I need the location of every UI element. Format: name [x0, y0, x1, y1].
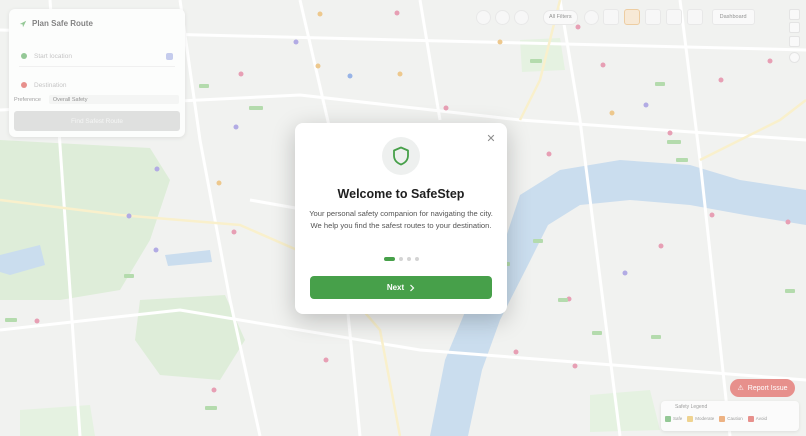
modal-title: Welcome to SafeStep [337, 187, 465, 201]
welcome-modal: ✕ Welcome to SafeStep Your personal safe… [295, 123, 507, 314]
onboarding-steps [295, 257, 507, 261]
shield-icon [393, 146, 409, 166]
step-indicator[interactable] [414, 257, 419, 261]
shield-badge [382, 137, 420, 175]
next-button[interactable]: Next [310, 276, 492, 299]
step-indicator-active[interactable] [383, 257, 395, 261]
step-indicator[interactable] [406, 257, 411, 261]
chevron-right-icon [410, 284, 415, 291]
close-icon[interactable]: ✕ [485, 133, 497, 145]
modal-description: Your personal safety companion for navig… [309, 209, 493, 230]
next-label: Next [386, 283, 405, 292]
step-indicator[interactable] [398, 257, 403, 261]
